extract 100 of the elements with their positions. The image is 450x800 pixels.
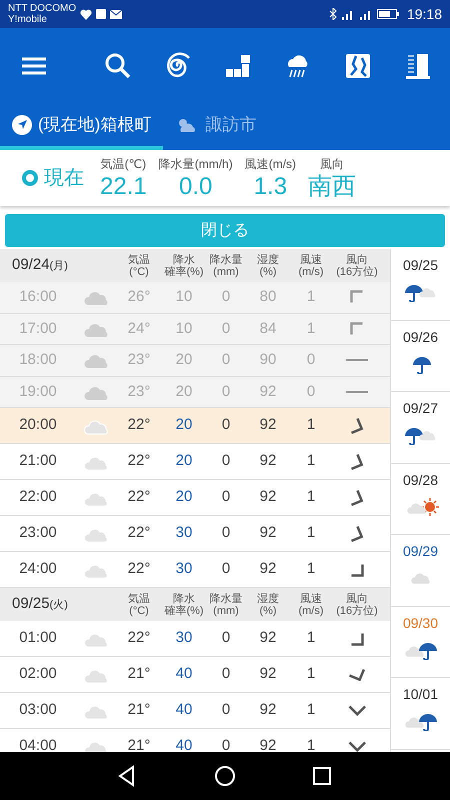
- humidity-cell-text: 92: [260, 451, 276, 472]
- humidity-cell-text: 92: [260, 415, 276, 436]
- precipitation-cell-text: 0: [222, 318, 230, 338]
- probability-cell-text: 40: [176, 664, 192, 684]
- temperature-cell-text: 22°: [128, 487, 150, 508]
- wind-speed-cell-text: 1: [306, 318, 316, 338]
- probability-cell-text: 20: [176, 487, 192, 508]
- temperature-cell-text: 23°: [128, 350, 150, 370]
- wind-speed-cell-text: 1: [306, 700, 316, 720]
- map-icon[interactable]: [344, 52, 372, 80]
- precipitation-cell-text: 0: [222, 664, 230, 684]
- probability-cell-text: 30: [176, 628, 192, 648]
- reading-value: 1.3: [254, 173, 288, 201]
- wind-speed-cell-text: 0: [306, 382, 316, 402]
- home-icon[interactable]: [214, 765, 236, 787]
- precipitation-cell-text: 0: [222, 628, 230, 648]
- spiral-icon[interactable]: [164, 52, 192, 80]
- column-header: 降水量 (mm): [208, 254, 244, 278]
- humidity-cell-text: 92: [260, 523, 276, 544]
- precipitation-cell-text: 0: [222, 700, 230, 720]
- wind-speed-cell-text: 1: [306, 287, 316, 307]
- reading-label: 風向: [320, 156, 344, 173]
- time-cell-text: 19:00: [19, 382, 57, 402]
- reading-value: 22.1: [100, 173, 147, 201]
- search-icon[interactable]: [104, 52, 132, 80]
- time-cell-text: 18:00: [19, 350, 57, 370]
- time-cell-text: 21:00: [19, 451, 57, 472]
- reading-value: 0.0: [179, 173, 212, 201]
- probability-cell-text: 20: [176, 415, 192, 436]
- wind-speed-cell-text: 1: [306, 736, 316, 752]
- precipitation-cell-text: 0: [222, 287, 230, 307]
- temperature-cell-text: 21°: [128, 736, 150, 752]
- reading-value: 南西: [308, 173, 356, 201]
- carrier-name: Y!mobile: [8, 14, 48, 25]
- humidity-cell-text: 92: [260, 628, 276, 648]
- precipitation-cell-text: 0: [222, 487, 230, 508]
- date-label: 09/24: [12, 256, 50, 274]
- time-cell-text: 16:00: [19, 287, 57, 307]
- column-header: 風向 (16方位): [335, 254, 379, 278]
- humidity-cell-text: 92: [260, 382, 276, 402]
- day-forecast[interactable]: 09/26: [391, 320, 450, 392]
- column-header: 湿度 (%): [256, 592, 280, 616]
- time-cell-text: 23:00: [19, 523, 57, 544]
- weekday-label: (火): [50, 599, 68, 612]
- temperature-cell-text: 22°: [128, 559, 150, 580]
- clock-time: 19:18: [406, 4, 442, 24]
- day-forecast[interactable]: 10/01: [391, 678, 450, 750]
- column-header: 風速 (m/s): [297, 254, 325, 278]
- day-forecast[interactable]: 09/29: [391, 535, 450, 606]
- column-header: 風速 (m/s): [297, 592, 325, 616]
- probability-cell-text: 20: [176, 451, 192, 472]
- probability-cell-text: 40: [176, 736, 192, 752]
- time-cell-text: 20:00: [19, 415, 57, 436]
- probability-cell-text: 10: [176, 318, 192, 338]
- probability-cell-text: 10: [176, 287, 192, 307]
- precipitation-cell-text: 0: [222, 382, 230, 402]
- weekday-label: (月): [50, 260, 68, 272]
- column-header: 降水 確率(%): [163, 254, 205, 278]
- building-icon[interactable]: [404, 52, 432, 80]
- humidity-cell-text: 92: [260, 559, 276, 580]
- time-cell-text: 04:00: [19, 736, 57, 752]
- temperature-cell-text: 21°: [128, 664, 150, 684]
- probability-cell-text: 30: [176, 523, 192, 544]
- heart-icon: [80, 8, 92, 20]
- recents-icon[interactable]: [310, 765, 333, 787]
- reading-label: 風速(m/s): [244, 156, 296, 173]
- reading-label: 降水量(mm/h): [158, 156, 233, 173]
- temperature-cell-text: 23°: [128, 382, 150, 402]
- precipitation-cell-text: 0: [222, 451, 230, 472]
- wind-speed-cell-text: 1: [306, 487, 316, 508]
- day-forecast[interactable]: 09/28: [391, 464, 450, 535]
- time-cell-text: 17:00: [19, 318, 57, 338]
- temperature-cell-text: 24°: [128, 318, 150, 338]
- temperature-cell-text: 22°: [128, 523, 150, 544]
- humidity-cell-text: 92: [260, 736, 276, 752]
- temperature-cell-text: 26°: [128, 287, 150, 307]
- humidity-cell-text: 92: [260, 664, 276, 684]
- time-cell-text: 03:00: [19, 700, 57, 720]
- column-header: 降水量 (mm): [208, 592, 244, 616]
- wind-speed-cell-text: 1: [306, 523, 316, 544]
- precipitation-cell-text: 0: [222, 415, 230, 436]
- day-forecast[interactable]: 09/27: [391, 392, 450, 464]
- battery-icon: [376, 9, 399, 19]
- humidity-cell-text: 80: [260, 287, 276, 307]
- date-label: 09/25: [12, 595, 50, 612]
- location-tab[interactable]: (現在地)箱根町: [0, 104, 164, 150]
- temperature-cell-text: 22°: [128, 628, 150, 648]
- temperature-cell-text: 22°: [128, 415, 150, 436]
- column-header: 風向 (16方位): [335, 592, 379, 616]
- wind-speed-cell-text: 1: [306, 628, 316, 648]
- time-cell-text: 01:00: [19, 628, 57, 648]
- wind-speed-cell-text: 1: [306, 415, 316, 436]
- temperature-cell-text: 22°: [128, 451, 150, 472]
- precipitation-cell-text: 0: [222, 559, 230, 580]
- blocks-icon[interactable]: [224, 52, 252, 80]
- column-header: 気温 (°C): [127, 592, 151, 616]
- time-cell-text: 22:00: [19, 487, 57, 508]
- precipitation-cell-text: 0: [222, 523, 230, 544]
- probability-cell-text: 20: [176, 382, 192, 402]
- day-forecast[interactable]: 09/25: [391, 249, 450, 320]
